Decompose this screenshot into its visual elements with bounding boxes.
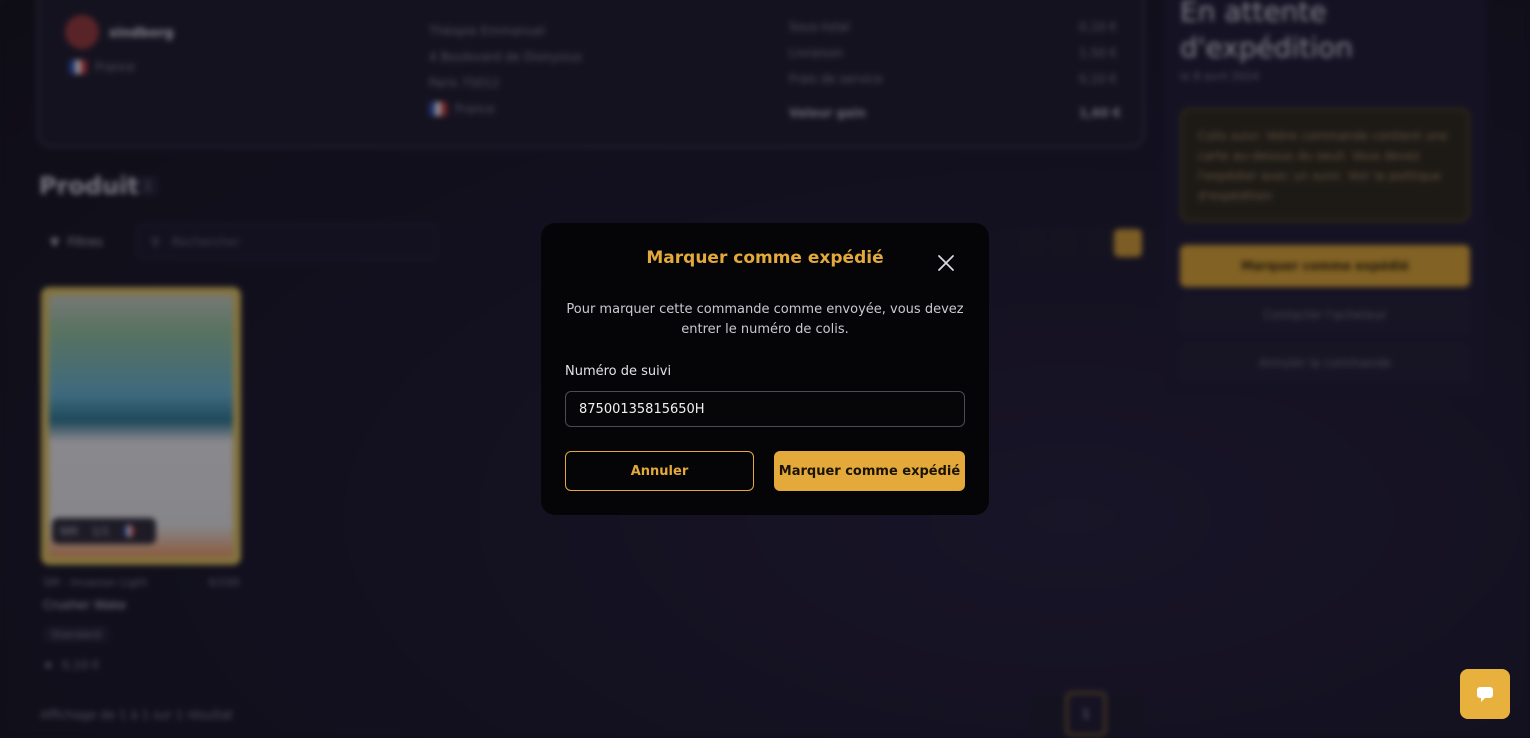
chat-widget-button[interactable]	[1460, 669, 1510, 719]
cancel-button[interactable]: Annuler	[565, 451, 754, 491]
tracking-number-input[interactable]	[565, 391, 965, 427]
dialog-title: Marquer comme expédié	[646, 248, 884, 268]
chat-icon	[1477, 687, 1493, 702]
dialog-description: Pour marquer cette commande comme envoyé…	[566, 302, 964, 337]
mark-shipped-dialog: Marquer comme expédié Pour marquer cette…	[541, 223, 989, 515]
confirm-shipped-button[interactable]: Marquer comme expédié	[774, 451, 965, 491]
tracking-number-label: Numéro de suivi	[565, 364, 672, 379]
close-icon[interactable]	[937, 254, 955, 272]
